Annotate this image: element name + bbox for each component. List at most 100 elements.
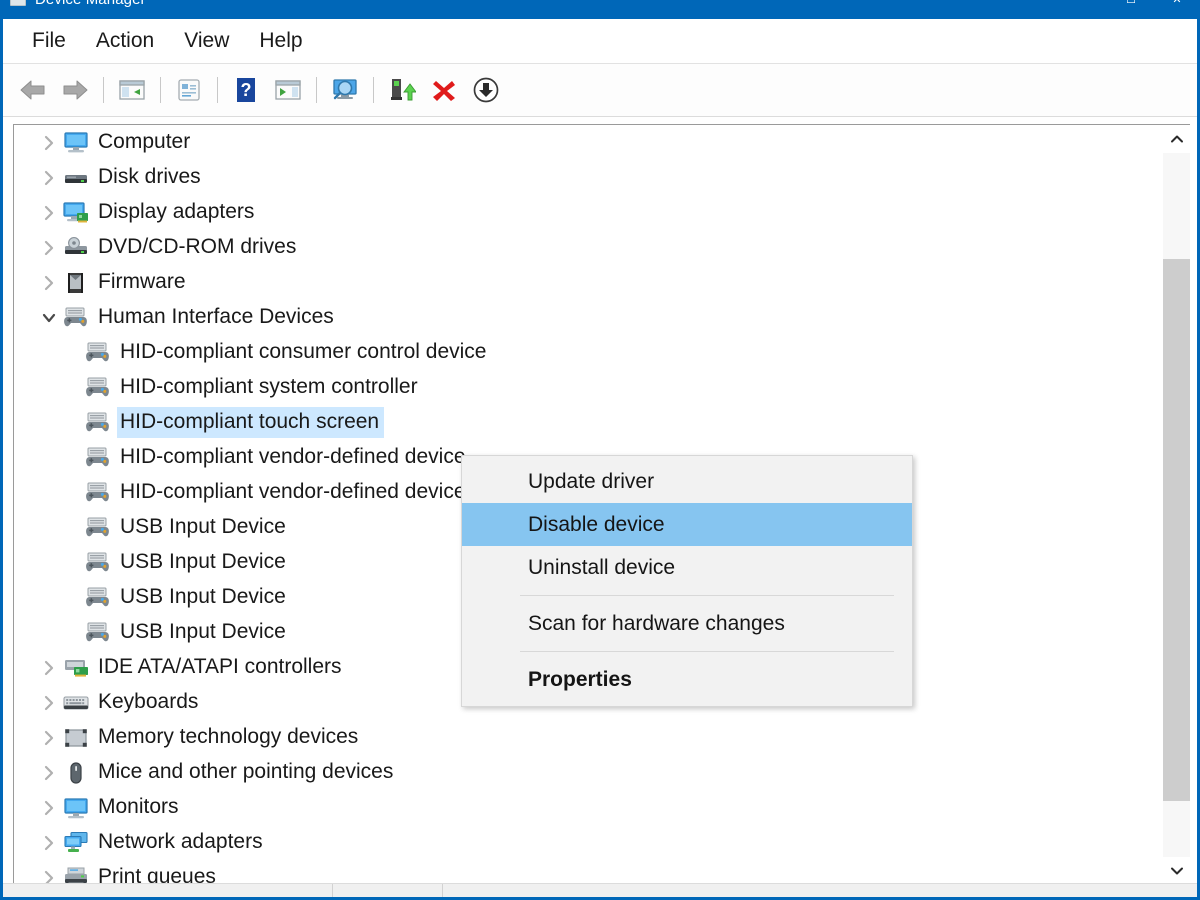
tree-twisty-collapsed[interactable] bbox=[36, 650, 62, 685]
toolbar-separator bbox=[160, 77, 161, 103]
tree-row[interactable]: DVD/CD-ROM drives bbox=[14, 230, 1162, 265]
hid-icon bbox=[62, 305, 90, 331]
tree-row[interactable]: HID-compliant touch screen bbox=[14, 405, 1162, 440]
hid-icon bbox=[84, 550, 112, 576]
hid-icon bbox=[85, 481, 111, 505]
console-tree-icon bbox=[118, 78, 146, 102]
tree-row[interactable]: HID-compliant consumer control device bbox=[14, 335, 1162, 370]
ide-controller-icon bbox=[63, 656, 89, 680]
dvd-drive-icon bbox=[63, 236, 89, 260]
menu-view[interactable]: View bbox=[169, 27, 244, 55]
menu-help[interactable]: Help bbox=[244, 27, 317, 55]
tree-twisty-collapsed[interactable] bbox=[36, 825, 62, 860]
chevron-right-icon bbox=[41, 133, 57, 153]
down-arrow-circle-icon bbox=[472, 76, 500, 104]
chevron-right-icon bbox=[41, 273, 57, 293]
tree-twisty-collapsed[interactable] bbox=[36, 125, 62, 160]
tree-row-label: Mice and other pointing devices bbox=[96, 758, 397, 787]
memory-device-icon bbox=[63, 726, 89, 750]
mouse-icon bbox=[63, 761, 89, 785]
tree-row[interactable]: Print queues bbox=[14, 860, 1162, 885]
disable-device-button[interactable] bbox=[465, 69, 507, 111]
tree-row-label: Memory technology devices bbox=[96, 723, 362, 752]
tree-row-label: USB Input Device bbox=[118, 548, 290, 577]
tree-row-label: Firmware bbox=[96, 268, 190, 297]
tree-row[interactable]: Mice and other pointing devices bbox=[14, 755, 1162, 790]
toolbar-separator bbox=[103, 77, 104, 103]
close-button[interactable]: ✕ bbox=[1154, 0, 1200, 15]
help-button[interactable]: ? bbox=[225, 69, 267, 111]
show-hide-console-tree-button[interactable] bbox=[111, 69, 153, 111]
tree-row-label: HID-compliant touch screen bbox=[118, 408, 383, 437]
tree-twisty-collapsed[interactable] bbox=[36, 265, 62, 300]
ctx-properties[interactable]: Properties bbox=[462, 658, 912, 701]
tree-row-label: HID-compliant consumer control device bbox=[118, 338, 490, 367]
minimize-button[interactable]: ─ bbox=[1062, 0, 1108, 15]
tree-row[interactable]: Memory technology devices bbox=[14, 720, 1162, 755]
hid-icon bbox=[84, 480, 112, 506]
tree-twisty-collapsed[interactable] bbox=[36, 160, 62, 195]
tree-row-label: HID-compliant vendor-defined device bbox=[118, 478, 470, 507]
tree-row-label: DVD/CD-ROM drives bbox=[96, 233, 300, 262]
svg-text:?: ? bbox=[241, 80, 252, 100]
back-arrow-icon bbox=[18, 78, 48, 102]
hid-icon bbox=[85, 341, 111, 365]
forward-button[interactable] bbox=[54, 69, 96, 111]
scroll-down-button[interactable] bbox=[1163, 857, 1190, 885]
scrollbar-thumb[interactable] bbox=[1163, 259, 1190, 801]
scrollbar-track[interactable] bbox=[1163, 153, 1190, 857]
tree-row[interactable]: HID-compliant system controller bbox=[14, 370, 1162, 405]
device-manager-icon bbox=[10, 0, 26, 6]
network-adapter-icon bbox=[62, 830, 90, 856]
tree-row[interactable]: Firmware bbox=[14, 265, 1162, 300]
uninstall-device-button[interactable] bbox=[423, 69, 465, 111]
tree-row[interactable]: Network adapters bbox=[14, 825, 1162, 860]
show-action-pane-button[interactable] bbox=[267, 69, 309, 111]
disk-drive-icon bbox=[63, 166, 89, 190]
disk-drive-icon bbox=[62, 165, 90, 191]
ctx-disable-device[interactable]: Disable device bbox=[462, 503, 912, 546]
chevron-right-icon bbox=[41, 168, 57, 188]
chevron-right-icon bbox=[41, 798, 57, 818]
title-bar[interactable]: Device Manager ─ ☐ ✕ bbox=[0, 0, 1200, 19]
vertical-scrollbar[interactable] bbox=[1162, 125, 1190, 885]
tree-row[interactable]: Monitors bbox=[14, 790, 1162, 825]
action-pane-icon bbox=[274, 78, 302, 102]
chevron-right-icon bbox=[41, 693, 57, 713]
properties-page-icon bbox=[175, 78, 203, 102]
tree-twisty-collapsed[interactable] bbox=[36, 860, 62, 885]
menu-file[interactable]: File bbox=[17, 27, 81, 55]
tree-row[interactable]: Human Interface Devices bbox=[14, 300, 1162, 335]
scroll-up-button[interactable] bbox=[1163, 125, 1190, 153]
ctx-scan-for-hardware-changes[interactable]: Scan for hardware changes bbox=[462, 602, 912, 645]
hid-icon bbox=[84, 410, 112, 436]
tree-twisty-expanded[interactable] bbox=[36, 300, 62, 335]
tree-row[interactable]: Disk drives bbox=[14, 160, 1162, 195]
menu-action[interactable]: Action bbox=[81, 27, 169, 55]
maximize-button[interactable]: ☐ bbox=[1108, 0, 1154, 15]
hid-icon bbox=[84, 340, 112, 366]
tree-twisty-collapsed[interactable] bbox=[36, 195, 62, 230]
device-update-icon bbox=[388, 77, 416, 103]
tree-row[interactable]: Computer bbox=[14, 125, 1162, 160]
update-driver-button[interactable] bbox=[381, 69, 423, 111]
tree-twisty-collapsed[interactable] bbox=[36, 790, 62, 825]
chevron-down-icon bbox=[1170, 866, 1184, 876]
tree-twisty-collapsed[interactable] bbox=[36, 230, 62, 265]
tree-row-label: Display adapters bbox=[96, 198, 258, 227]
ctx-uninstall-device[interactable]: Uninstall device bbox=[462, 546, 912, 589]
tree-row[interactable]: Display adapters bbox=[14, 195, 1162, 230]
ctx-update-driver[interactable]: Update driver bbox=[462, 460, 912, 503]
hid-icon bbox=[84, 585, 112, 611]
scan-for-hardware-changes-button[interactable] bbox=[324, 69, 366, 111]
properties-button[interactable] bbox=[168, 69, 210, 111]
tree-row-label: IDE ATA/ATAPI controllers bbox=[96, 653, 346, 682]
device-context-menu[interactable]: Update driverDisable deviceUninstall dev… bbox=[461, 455, 913, 707]
tree-twisty-collapsed[interactable] bbox=[36, 755, 62, 790]
chevron-right-icon bbox=[41, 238, 57, 258]
toolbar-separator bbox=[316, 77, 317, 103]
tree-twisty-collapsed[interactable] bbox=[36, 720, 62, 755]
back-button[interactable] bbox=[12, 69, 54, 111]
status-cell-message bbox=[3, 884, 333, 897]
tree-twisty-collapsed[interactable] bbox=[36, 685, 62, 720]
